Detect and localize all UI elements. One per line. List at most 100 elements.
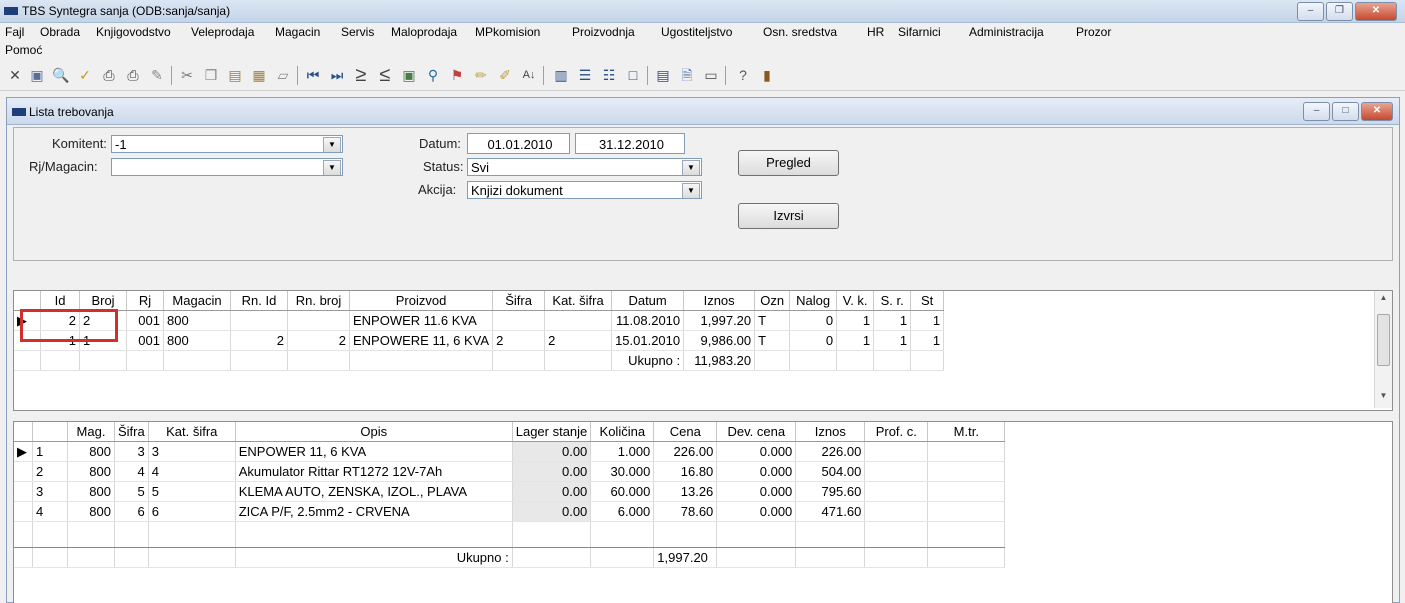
window-icon[interactable]: □ <box>624 66 642 84</box>
column-header[interactable]: Cena <box>653 422 718 442</box>
grid-icon[interactable]: ▤ <box>654 66 672 84</box>
row-selector[interactable] <box>14 481 33 502</box>
child-maximize-button[interactable]: □ <box>1332 102 1359 121</box>
menu-magacin[interactable]: Magacin <box>275 25 320 39</box>
copy-icon[interactable]: ❐ <box>202 66 220 84</box>
menu-maloprodaja[interactable]: Maloprodaja <box>391 25 457 39</box>
column-header[interactable]: Ozn <box>754 291 791 311</box>
akcija-combo[interactable]: Knjizi dokument ▼ <box>467 181 702 199</box>
save-icon[interactable]: ▣ <box>28 66 46 84</box>
datum-from-field[interactable]: 01.01.2010 <box>467 133 570 154</box>
column-header[interactable]: Lager stanje <box>512 422 592 442</box>
datum-to-field[interactable]: 31.12.2010 <box>575 133 685 154</box>
menu-mpkomision[interactable]: MPkomision <box>475 25 540 39</box>
last-icon[interactable]: ⏭ <box>328 66 346 84</box>
form-icon[interactable]: ▭ <box>702 66 720 84</box>
rj-magacin-combo[interactable]: ▼ <box>111 158 343 176</box>
columns-icon[interactable]: ▥ <box>552 66 570 84</box>
menu-hr[interactable]: HR <box>867 25 884 39</box>
list-item[interactable]: 2 800 4 4 Akumulator Rittar RT1272 12V-7Ah 0.… <box>14 461 1006 482</box>
column-header[interactable]: S. r. <box>873 291 912 311</box>
status-combo[interactable]: Svi ▼ <box>467 158 702 176</box>
document-icon[interactable]: 🗎 <box>678 66 696 84</box>
maximize-button[interactable]: ❐ <box>1326 2 1353 21</box>
printer-icon[interactable]: ⎙ <box>124 66 142 84</box>
column-header[interactable]: Proizvod <box>349 291 494 311</box>
menu-pomoc[interactable]: Pomoć <box>5 43 42 57</box>
scroll-up-icon[interactable]: ▲ <box>1375 293 1392 302</box>
check-icon[interactable]: ✓ <box>76 66 94 84</box>
column-header[interactable]: Broj <box>79 291 127 311</box>
upper-scrollbar[interactable]: ▲ ▼ <box>1374 291 1392 408</box>
close-icon[interactable]: ✕ <box>6 66 24 84</box>
print-preview-icon[interactable]: 🔍 <box>52 66 70 84</box>
row-selector[interactable] <box>14 461 33 482</box>
column-header[interactable]: Nalog <box>789 291 838 311</box>
menu-servis[interactable]: Servis <box>341 25 374 39</box>
column-header[interactable]: Rn. Id <box>230 291 288 311</box>
greater-icon[interactable]: ≥ <box>352 65 370 85</box>
pencils-icon[interactable]: ✐ <box>496 66 514 84</box>
chevron-down-icon[interactable]: ▼ <box>682 183 700 198</box>
menu-proizvodnja[interactable]: Proizvodnja <box>572 25 635 39</box>
column-header[interactable]: V. k. <box>836 291 875 311</box>
help-icon[interactable]: ? <box>734 66 752 84</box>
pen-icon[interactable]: ▱ <box>274 66 292 84</box>
list-item[interactable]: 4 800 6 6 ZICA P/F, 2.5mm2 - CRVENA 0.00 6.000… <box>14 501 1006 522</box>
column-header[interactable]: Rj <box>126 291 164 311</box>
pencil-icon[interactable]: ✏ <box>472 66 490 84</box>
cut-icon[interactable]: ✂ <box>178 66 196 84</box>
refresh-icon[interactable]: ▣ <box>400 66 418 84</box>
table-row[interactable]: 1 1 001 800 2 2 ENPOWERE 11, 6 KVA 2 2 15.01.2010… <box>14 330 945 351</box>
column-header[interactable]: Rn. broj <box>287 291 350 311</box>
menu-veleprodaja[interactable]: Veleprodaja <box>191 25 254 39</box>
list-item[interactable]: 3 800 5 5 KLEMA AUTO, ZENSKA, IZOL., PLAVA 0.… <box>14 481 1006 502</box>
column-header[interactable]: Magacin <box>163 291 231 311</box>
print-icon[interactable]: ⎙ <box>100 66 118 84</box>
child-minimize-button[interactable]: – <box>1303 102 1330 121</box>
izvrsi-button[interactable]: Izvrsi <box>738 203 839 229</box>
column-header[interactable]: Opis <box>235 422 513 442</box>
chevron-down-icon[interactable]: ▼ <box>323 160 341 175</box>
column-header[interactable]: Šifra <box>492 291 546 311</box>
chevron-down-icon[interactable]: ▼ <box>323 137 341 152</box>
komitent-combo[interactable]: -1 ▼ <box>111 135 343 153</box>
first-icon[interactable]: ⏮ <box>304 66 322 84</box>
column-header[interactable]: Šifra <box>114 422 149 442</box>
pregled-button[interactable]: Pregled <box>738 150 839 176</box>
scroll-down-icon[interactable]: ▼ <box>1375 391 1392 400</box>
tools-icon[interactable]: ✎ <box>148 66 166 84</box>
menu-fajl[interactable]: Fajl <box>5 25 24 39</box>
column-header[interactable]: Kat. šifra <box>544 291 613 311</box>
column-header[interactable]: St <box>910 291 945 311</box>
column-header[interactable]: Datum <box>611 291 685 311</box>
list-item[interactable]: ▶ 1 800 3 3 ENPOWER 11, 6 KVA 0.00 1.000 226.00 0… <box>14 441 1006 462</box>
paste-icon[interactable]: ▤ <box>226 66 244 84</box>
scroll-thumb[interactable] <box>1377 314 1390 366</box>
close-button[interactable]: ✕ <box>1355 2 1397 21</box>
list-icon[interactable]: ☷ <box>600 66 618 84</box>
flag-icon[interactable]: ⚑ <box>448 66 466 84</box>
menu-sifarnici[interactable]: Sifarnici <box>898 25 941 39</box>
column-header[interactable] <box>32 422 68 442</box>
less-icon[interactable]: ≤ <box>376 65 394 85</box>
column-header[interactable]: Mag. <box>67 422 115 442</box>
tree-icon[interactable]: ⚲ <box>424 66 442 84</box>
exit-icon[interactable]: ▮ <box>758 66 776 84</box>
child-close-button[interactable]: ✕ <box>1361 102 1393 121</box>
row-selector[interactable] <box>14 501 33 522</box>
column-header[interactable]: Iznos <box>683 291 756 311</box>
sort-icon[interactable]: A↓ <box>520 66 538 84</box>
column-header[interactable]: M.tr. <box>927 422 1006 442</box>
row-selector[interactable]: ▶ <box>14 441 33 462</box>
menu-ugostiteljstvo[interactable]: Ugostiteljstvo <box>661 25 732 39</box>
menu-knjigovodstvo[interactable]: Knjigovodstvo <box>96 25 171 39</box>
minimize-button[interactable]: – <box>1297 2 1324 21</box>
column-header[interactable]: Prof. c. <box>864 422 929 442</box>
column-header[interactable]: Kat. šifra <box>148 422 236 442</box>
chevron-down-icon[interactable]: ▼ <box>682 160 700 175</box>
column-header[interactable]: Iznos <box>795 422 866 442</box>
menu-prozor[interactable]: Prozor <box>1076 25 1111 39</box>
menu-osn-sredstva[interactable]: Osn. sredstva <box>763 25 837 39</box>
table-row[interactable]: ▶ 2 2 001 800 ENPOWER 11.6 KVA 11.08.2010 1,997… <box>14 310 945 331</box>
